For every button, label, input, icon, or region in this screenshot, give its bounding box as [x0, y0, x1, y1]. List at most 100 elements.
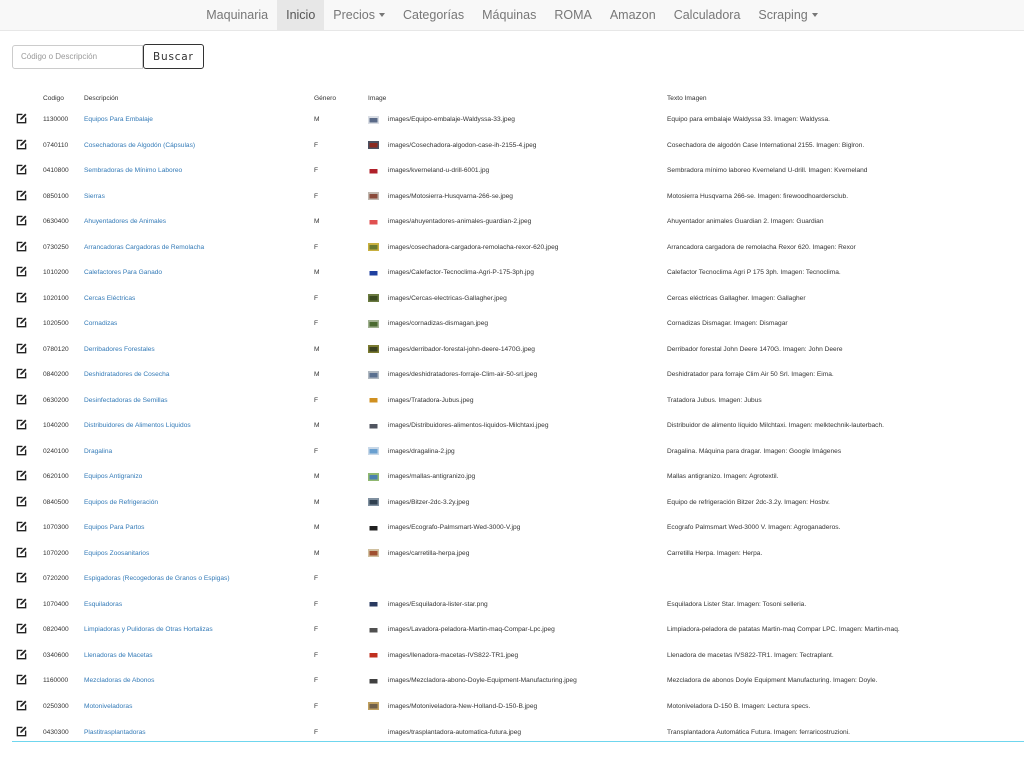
edit-icon[interactable] — [16, 649, 43, 662]
thumbnail-image — [368, 396, 379, 405]
edit-icon[interactable] — [16, 547, 43, 560]
descripcion-link[interactable]: Espigadoras (Recogedoras de Granos o Esp… — [84, 566, 314, 592]
nav-item-categor-as[interactable]: Categorías — [394, 0, 473, 30]
nav-item-label: Amazon — [609, 8, 656, 22]
edit-icon[interactable] — [16, 623, 43, 636]
nav-item-precios[interactable]: Precios — [324, 0, 394, 30]
descripcion-link[interactable]: Equipos de Refrigeración — [84, 490, 314, 516]
descripcion-link[interactable]: Sierras — [84, 184, 314, 210]
edit-icon[interactable] — [16, 700, 43, 713]
descripcion-link[interactable]: Motoniveladoras — [84, 694, 314, 720]
thumbnail-image — [368, 319, 379, 328]
top-navbar: Maquinaria Inicio Precios Categorías Máquina… — [0, 0, 1024, 31]
image-path: images/Equipo-embalaje-Waldyssa-33.jpeg — [388, 116, 515, 124]
descripcion-link[interactable]: Cornadizas — [84, 311, 314, 337]
edit-icon[interactable] — [16, 343, 43, 356]
thumbnail-image — [368, 600, 379, 609]
descripcion-link[interactable]: Equipos Antigranizo — [84, 464, 314, 490]
descripcion-link[interactable]: Calefactores Para Ganado — [84, 260, 314, 286]
descripcion-link[interactable]: Cercas Eléctricas — [84, 286, 314, 312]
codigo-cell: 0620100 — [43, 473, 69, 481]
nav-item-m-quinas[interactable]: Máquinas — [473, 0, 545, 30]
nav-item-maquinaria[interactable]: Maquinaria — [197, 0, 277, 30]
image-cell: images/deshidratadores-forraje-Clim-air-… — [368, 362, 667, 388]
thumbnail-image — [368, 217, 379, 226]
edit-icon[interactable] — [16, 139, 43, 152]
codigo-cell: 0820400 — [43, 626, 69, 634]
edit-icon[interactable] — [16, 726, 43, 739]
descripcion-link[interactable]: Desinfectadoras de Semillas — [84, 388, 314, 414]
edit-icon[interactable] — [16, 266, 43, 279]
caret-down-icon — [811, 13, 818, 17]
image-cell: images/mallas-antigranizo.jpg — [368, 464, 667, 490]
edit-cell — [12, 235, 43, 261]
edit-icon[interactable] — [16, 445, 43, 458]
edit-icon[interactable] — [16, 317, 43, 330]
edit-icon[interactable] — [16, 241, 43, 254]
nav-item-label: Maquinaria — [206, 8, 269, 22]
table-row: 0730250 Arrancadoras Cargadoras de Remola… — [12, 234, 1024, 261]
edit-cell — [12, 439, 43, 465]
image-path: images/mallas-antigranizo.jpg — [388, 473, 476, 481]
nav-item-inicio[interactable]: Inicio — [277, 0, 325, 30]
table-row: 1020100 Cercas Eléctricas Fimages/Cercas-e… — [12, 285, 1024, 312]
descripcion-link[interactable]: Equipos Para Embalaje — [84, 107, 314, 133]
texto-imagen-cell: Llenadora de macetas IVS822-TR1. Imagen:… — [667, 651, 834, 659]
descripcion-link[interactable]: Mezcladoras de Abonos — [84, 668, 314, 694]
image-cell — [368, 566, 667, 592]
descripcion-link[interactable]: Arrancadoras Cargadoras de Remolacha — [84, 235, 314, 261]
edit-cell — [12, 515, 43, 541]
nav-item-amazon[interactable]: Amazon — [601, 0, 665, 30]
nav-item-scraping[interactable]: Scraping — [749, 0, 826, 30]
edit-cell — [12, 694, 43, 720]
edit-icon[interactable] — [16, 674, 43, 687]
image-cell: images/derribador-forestal-john-deere-14… — [368, 337, 667, 363]
edit-icon[interactable] — [16, 572, 43, 585]
search-button[interactable]: Buscar — [143, 44, 204, 69]
genero-cell: M — [314, 422, 320, 430]
descripcion-link[interactable]: Distribuidores de Alimentos Líquidos — [84, 413, 314, 439]
edit-icon[interactable] — [16, 215, 43, 228]
descripcion-link[interactable]: Dragalina — [84, 439, 314, 465]
table-row: 0840200 Deshidratadores de Cosecha Mimages… — [12, 362, 1024, 388]
descripcion-link[interactable]: Sembradoras de Mínimo Laboreo — [84, 158, 314, 184]
genero-cell: F — [314, 320, 319, 328]
edit-icon[interactable] — [16, 164, 43, 177]
edit-icon[interactable] — [16, 419, 43, 432]
descripcion-link[interactable]: Llenadoras de Macetas — [84, 643, 314, 669]
nav-item-roma[interactable]: ROMA — [545, 0, 601, 30]
descripcion-link[interactable]: Cosechadoras de Algodón (Cápsulas) — [84, 133, 314, 159]
edit-cell — [12, 311, 43, 337]
descripcion-link[interactable]: Derribadores Forestales — [84, 337, 314, 363]
descripcion-link[interactable]: Deshidratadores de Cosecha — [84, 362, 314, 388]
edit-icon[interactable] — [16, 190, 43, 203]
edit-icon[interactable] — [16, 598, 43, 611]
descripcion-link[interactable]: Limpiadoras y Pulidoras de Otras Hortali… — [84, 617, 314, 643]
texto-imagen-cell: Deshidratador para forraje Clim Air 50 S… — [667, 371, 834, 379]
table-row: 0720200 Espigadoras (Recogedoras de Grano… — [12, 566, 1024, 592]
image-path: images/Motosierra-Husqvarna-266-se.jpeg — [388, 192, 513, 200]
image-path: images/Esquiladora-lister-star.png — [388, 600, 488, 608]
edit-icon[interactable] — [16, 521, 43, 534]
table-row: 1040200 Distribuidores de Alimentos Líqui… — [12, 413, 1024, 439]
nav-item-calculadora[interactable]: Calculadora — [665, 0, 750, 30]
edit-icon[interactable] — [16, 292, 43, 305]
edit-icon[interactable] — [16, 394, 43, 407]
descripcion-link[interactable]: Esquiladoras — [84, 592, 314, 618]
image-cell: images/Bitzer-2dc-3.2y.jpeg — [368, 490, 667, 516]
codigo-cell: 0840200 — [43, 371, 69, 379]
edit-icon[interactable] — [16, 496, 43, 509]
descripcion-link[interactable]: Equipos Zoosanitarios — [84, 541, 314, 567]
texto-imagen-cell — [667, 566, 1024, 592]
descripcion-link[interactable]: Equipos Para Partos — [84, 515, 314, 541]
thumbnail-image — [368, 243, 379, 252]
texto-imagen-cell: Cornadizas Dismagar. Imagen: Dismagar — [667, 320, 788, 328]
edit-cell — [12, 464, 43, 490]
image-cell: images/Distribuidores-alimentos-liquidos… — [368, 413, 667, 439]
edit-icon[interactable] — [16, 368, 43, 381]
descripcion-link[interactable]: Ahuyentadores de Animales — [84, 209, 314, 235]
edit-icon[interactable] — [16, 113, 43, 126]
edit-icon[interactable] — [16, 470, 43, 483]
header-genero: Género — [314, 95, 336, 103]
search-input[interactable] — [12, 44, 143, 69]
